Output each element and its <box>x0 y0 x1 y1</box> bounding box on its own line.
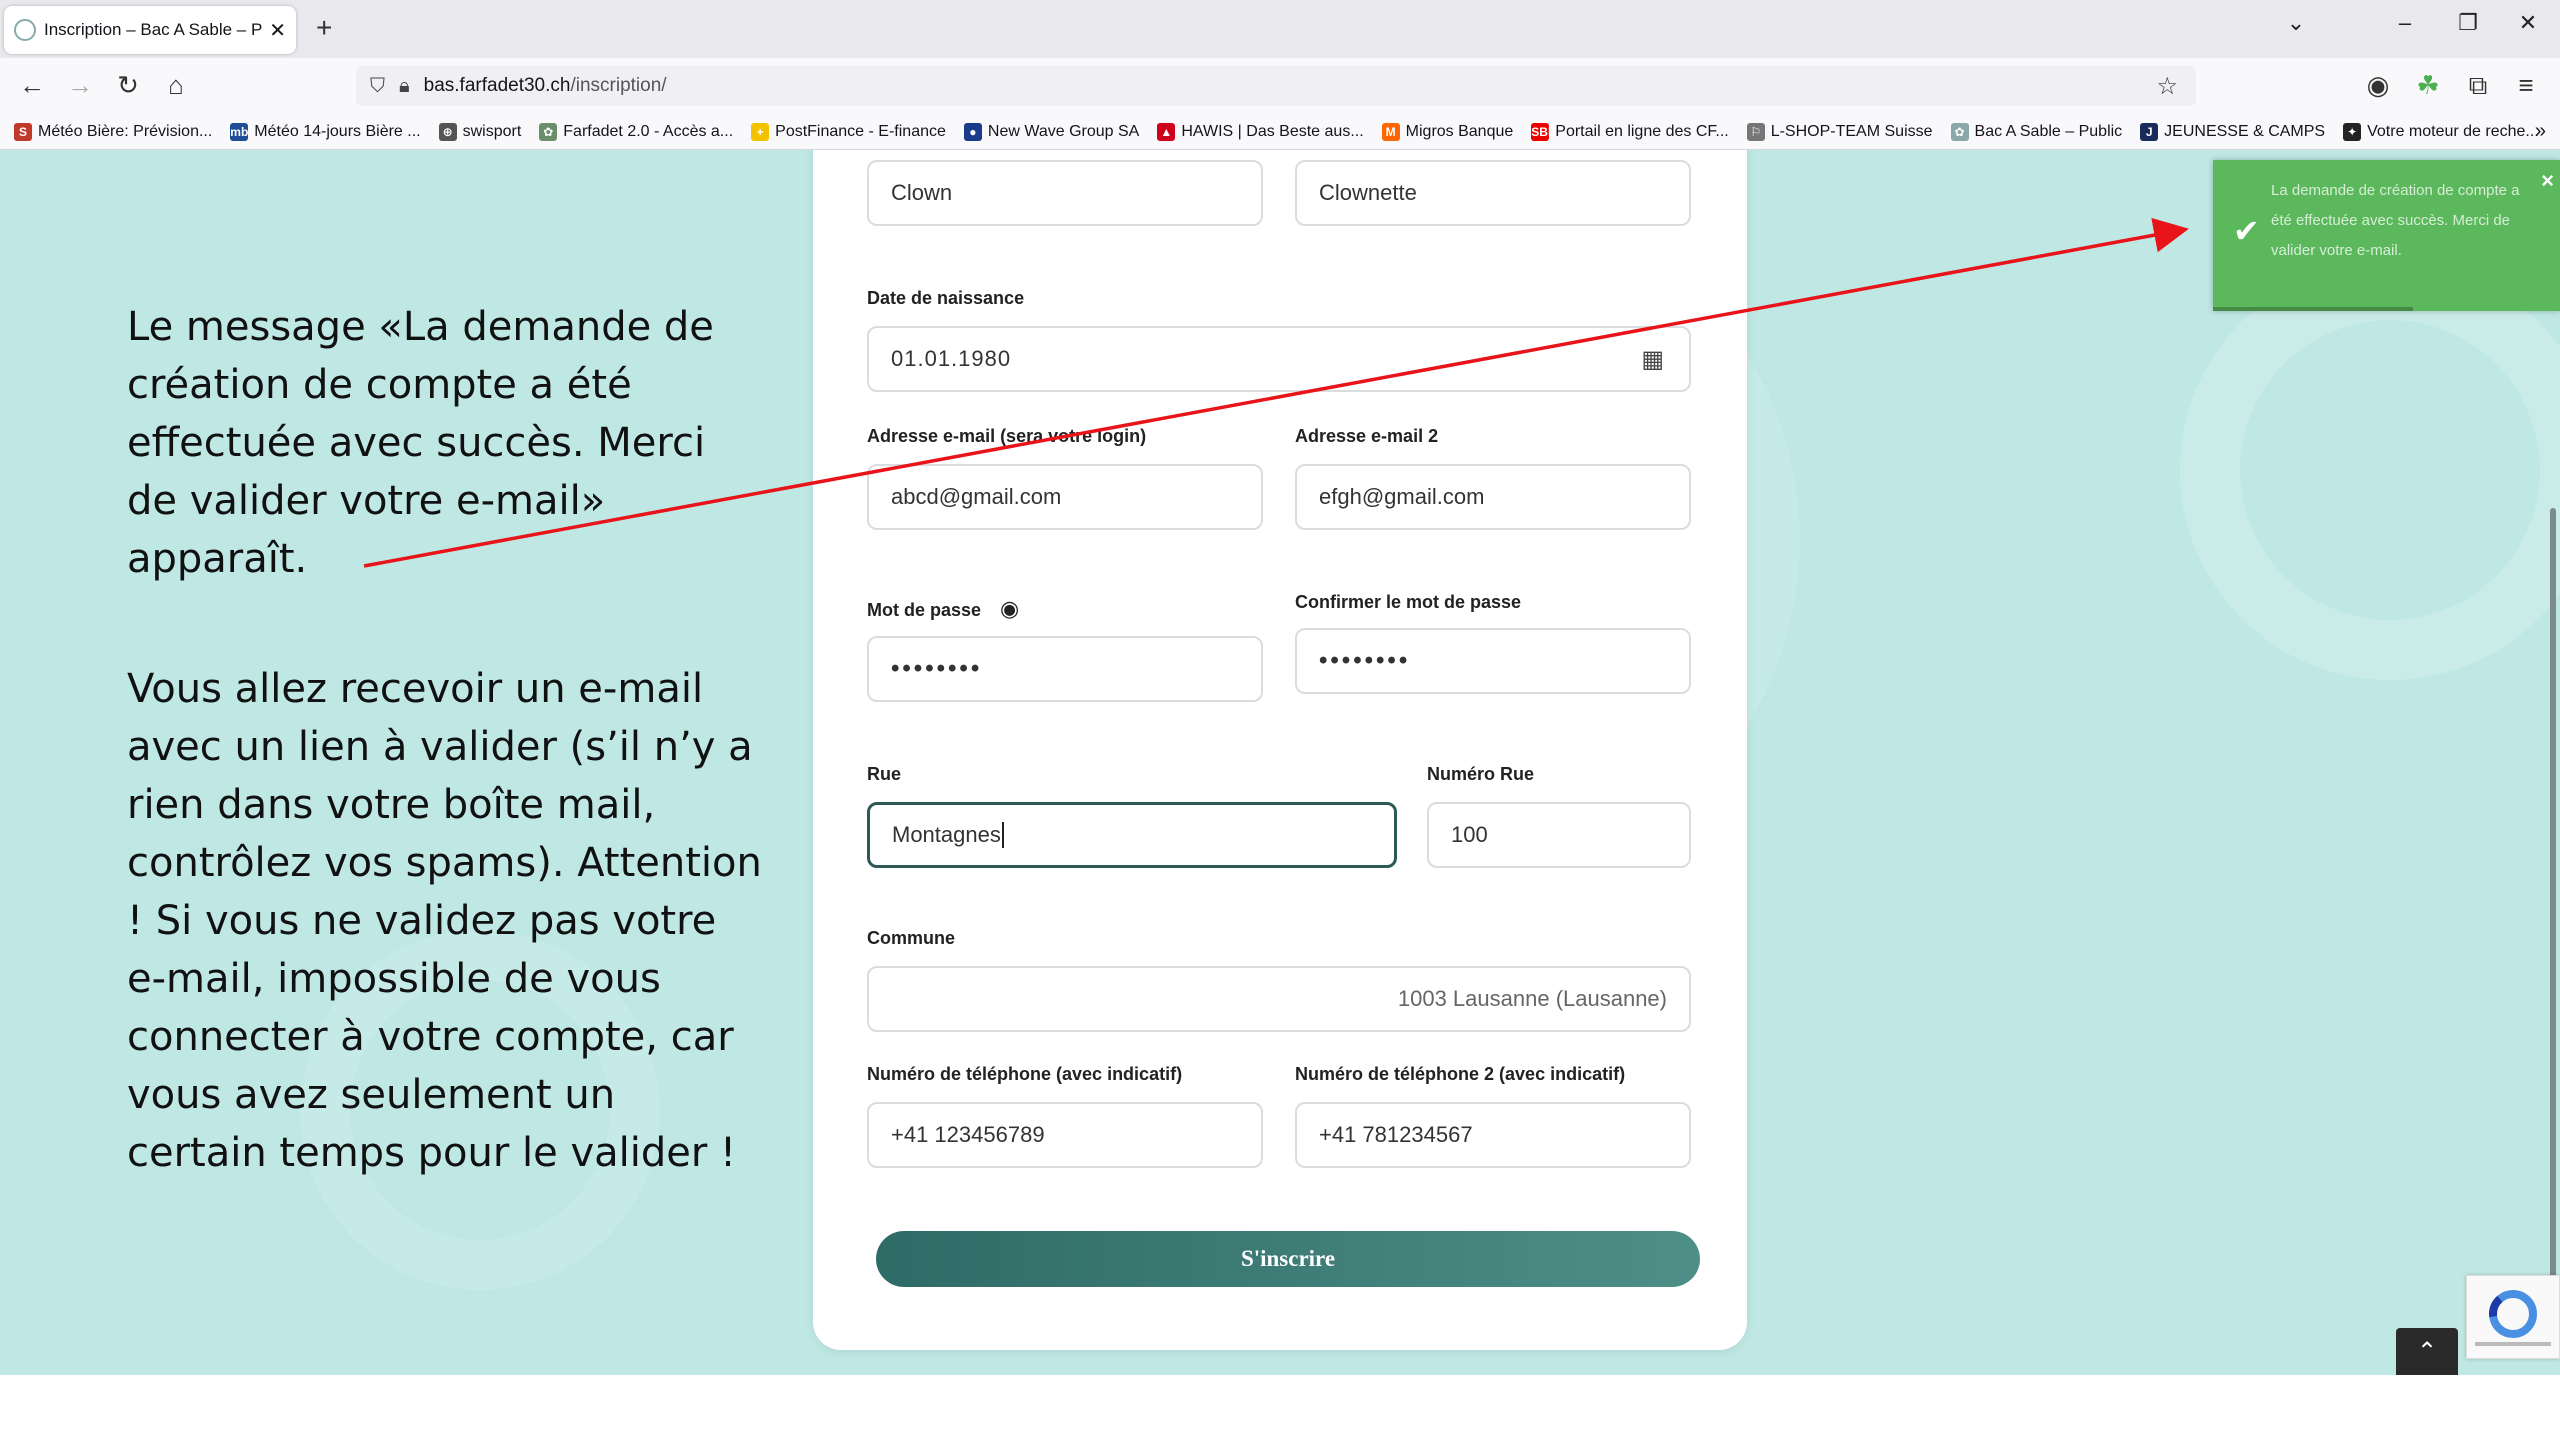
new-tab-icon[interactable]: + <box>316 12 332 44</box>
bookmark-favicon-icon: ▲ <box>1157 122 1176 141</box>
url-bar[interactable]: ⛉ 🔒︎ bas.farfadet30.ch /inscription/ ☆ <box>356 66 2196 106</box>
bookmark-label: swisport <box>462 122 522 140</box>
bookmark-favicon-icon: ✿ <box>1950 122 1969 141</box>
bookmarks-bar: S Météo Bière: Prévision... mb Météo 14-jou… <box>0 114 2560 150</box>
recaptcha-icon <box>2475 1290 2551 1346</box>
bookmark-label: Votre moteur de reche... <box>2367 122 2539 140</box>
page-scrollbar[interactable] <box>2550 508 2556 1320</box>
bookmark-favicon-icon: ⊕ <box>438 122 457 141</box>
tab-title: Inscription – Bac A Sable – Pass <box>44 20 263 39</box>
bookmark-favicon-icon: ⚐ <box>1746 122 1765 141</box>
tab-list-icon[interactable]: ⌄ <box>2276 10 2316 36</box>
bookmark-item[interactable]: J JEUNESSE & CAMPS <box>2140 122 2326 141</box>
annotation-arrow <box>363 217 2189 568</box>
bookmark-item[interactable]: + PostFinance - E-finance <box>751 122 946 141</box>
bookmark-label: Portail en ligne des CF... <box>1555 122 1729 140</box>
bookmark-favicon-icon: S <box>14 122 32 141</box>
bookmark-item[interactable]: ✿ Farfadet 2.0 - Accès a... <box>539 122 734 141</box>
extension-icon[interactable]: ☘ <box>2410 70 2446 101</box>
back-icon[interactable]: ← <box>14 70 50 101</box>
tab-close-icon[interactable]: ✕ <box>269 18 286 43</box>
bookmark-label: Bac A Sable – Public <box>1974 122 2123 140</box>
bookmarks-overflow-icon[interactable]: » <box>2535 120 2546 143</box>
bookmark-favicon-icon: ● <box>963 122 982 141</box>
bookmark-favicon-icon: SBB <box>1531 122 1557 141</box>
bookmark-label: HAWIS | Das Beste aus... <box>1181 122 1364 140</box>
bookmark-label: PostFinance - E-finance <box>775 122 946 140</box>
browser-tab[interactable]: Inscription – Bac A Sable – Pass ✕ <box>4 6 296 54</box>
bookmark-favicon-icon: ✦ <box>2343 122 2362 141</box>
bookmark-item[interactable]: M Migros Banque <box>1381 122 1514 141</box>
bookmark-item[interactable]: ✿ Bac A Sable – Public <box>1950 122 2123 141</box>
site-favicon-icon <box>14 19 36 41</box>
bookmark-item[interactable]: S Météo Bière: Prévision... <box>14 122 213 141</box>
extensions-puzzle-icon[interactable]: ⧉ <box>2460 70 2496 102</box>
shield-icon[interactable]: ⛉ <box>370 75 385 98</box>
bookmark-favicon-icon: mb <box>230 122 249 141</box>
bookmark-label: Météo 14-jours Bière ... <box>254 122 421 140</box>
scroll-to-top-button[interactable]: ⌃ <box>2396 1328 2458 1375</box>
bookmark-item[interactable]: ⚐ L-SHOP-TEAM Suisse <box>1746 122 1933 141</box>
reload-icon[interactable]: ↻ <box>110 70 146 101</box>
browser-nav-bar: ← → ↻ ⌂ ⛉ 🔒︎ bas.farfadet30.ch /inscript… <box>0 58 2560 114</box>
minimize-icon[interactable]: – <box>2385 10 2425 36</box>
bookmark-item[interactable]: ✦ Votre moteur de reche... <box>2343 122 2539 141</box>
menu-icon[interactable]: ≡ <box>2508 70 2544 101</box>
bookmark-item[interactable]: ▲ HAWIS | Das Beste aus... <box>1157 122 1364 141</box>
url-path: /inscription/ <box>570 75 667 96</box>
account-icon[interactable]: ◉ <box>2360 70 2396 101</box>
url-host: bas.farfadet30.ch <box>423 75 571 96</box>
bookmark-label: New Wave Group SA <box>987 122 1140 140</box>
forward-icon[interactable]: → <box>62 70 98 101</box>
bookmark-star-icon[interactable]: ☆ <box>2156 72 2178 101</box>
bookmark-item[interactable]: ⊕ swisport <box>438 122 522 141</box>
browser-tab-bar: Inscription – Bac A Sable – Pass ✕ + ⌄ –… <box>0 0 2560 58</box>
bookmark-favicon-icon: J <box>2140 122 2159 141</box>
bookmark-item[interactable]: mb Météo 14-jours Bière ... <box>230 122 421 141</box>
bookmark-item[interactable]: ● New Wave Group SA <box>963 122 1140 141</box>
bookmark-label: L-SHOP-TEAM Suisse <box>1770 122 1933 140</box>
page-content: Le message «La demande de création de co… <box>0 150 2560 1375</box>
close-window-icon[interactable]: ✕ <box>2508 10 2548 36</box>
restore-icon[interactable]: ❐ <box>2448 10 2488 36</box>
bookmark-label: JEUNESSE & CAMPS <box>2164 122 2326 140</box>
bookmark-favicon-icon: ✿ <box>539 122 558 141</box>
bookmark-favicon-icon: M <box>1381 122 1400 141</box>
home-icon[interactable]: ⌂ <box>158 70 194 101</box>
recaptcha-badge[interactable] <box>2466 1275 2560 1359</box>
lock-icon[interactable]: 🔒︎ <box>399 75 410 98</box>
bookmark-item[interactable]: SBB Portail en ligne des CF... <box>1531 122 1729 141</box>
bookmark-label: Farfadet 2.0 - Accès a... <box>563 122 734 140</box>
bookmark-label: Météo Bière: Prévision... <box>38 122 213 140</box>
bookmark-favicon-icon: + <box>751 122 770 141</box>
bookmark-label: Migros Banque <box>1405 122 1514 140</box>
